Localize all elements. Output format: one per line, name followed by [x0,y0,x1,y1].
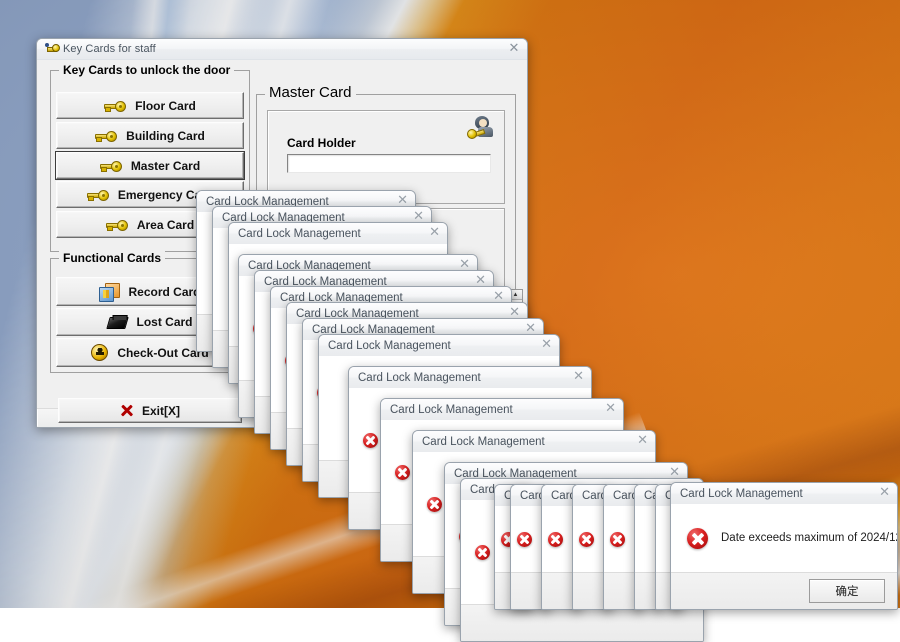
exit-button[interactable]: Exit[X] [58,398,242,423]
card-holder-input[interactable] [287,154,491,173]
dialog-content: Date exceeds maximum of 2024/12/31. [671,504,897,572]
key-icon [86,189,109,201]
lost-card-icon [106,314,130,330]
card-holder-label: Card Holder [287,136,356,150]
key-icon [95,130,118,142]
window-titlebar[interactable]: Key Cards for staff ✕ [37,39,527,60]
dialog-title: Card Lock Management [238,227,361,240]
dialog-titlebar[interactable]: Card Lock Management ✕ [413,431,655,452]
dialog-title: Card Lock Management [358,371,481,384]
building-card-button[interactable]: Building Card [56,122,244,149]
close-icon[interactable]: ✕ [429,226,440,239]
dialog-titlebar[interactable]: Card Lock Management ✕ [671,483,897,504]
lost-card-button-label: Lost Card [136,315,193,329]
dialog-titlebar[interactable]: Card Lock Management ✕ [349,367,591,388]
person-with-key-icon [467,116,495,142]
front-error-dialog: Card Lock Management ✕ Date exceeds maxi… [670,482,898,610]
error-x-icon [687,527,708,549]
error-x-icon [427,496,442,512]
key-icon [104,100,127,112]
group-unlock-cards-legend: Key Cards to unlock the door [59,63,235,77]
error-x-icon [475,544,490,560]
error-x-icon [395,464,410,480]
master-card-button-label: Master Card [130,158,201,173]
close-icon[interactable]: ✕ [605,402,616,415]
error-x-icon [363,432,378,448]
exit-x-icon [120,404,133,417]
close-icon[interactable]: ✕ [573,370,584,383]
window-title: Key Cards for staff [63,43,156,55]
record-card-button-label: Record Card [128,284,201,299]
dialog-titlebar[interactable]: Card Lock Management ✕ [319,335,559,356]
record-card-icon [99,282,121,302]
error-x-icon [548,531,563,547]
key-icon [105,219,128,231]
key-icon [99,160,122,172]
floor-card-button[interactable]: Floor Card [56,92,244,119]
error-x-icon [610,531,625,547]
group-master-card-legend: Master Card [265,84,356,101]
error-x-icon [517,531,532,547]
dialog-title: Card Lock Management [422,435,545,448]
master-card-button[interactable]: Master Card [56,152,244,179]
dialog-titlebar[interactable]: Card Lock Management ✕ [229,223,447,244]
ok-button[interactable]: 确定 [809,579,885,603]
dialog-footer: 确定 [671,572,897,609]
key-icon [44,42,60,56]
exit-button-label: Exit[X] [141,403,180,418]
area-card-button-label: Area Card [136,217,195,232]
dialog-title: Card Lock Management [680,487,803,500]
dialog-titlebar[interactable]: Card Lock Management ✕ [381,399,623,420]
check-out-card-button-label: Check-Out Card [117,345,209,360]
close-icon[interactable]: ✕ [506,41,522,56]
dialog-title: Card Lock Management [390,403,513,416]
error-x-icon [579,531,594,547]
close-icon[interactable]: ✕ [541,338,552,351]
dialog-message: Date exceeds maximum of 2024/12/31. [721,532,897,544]
floor-card-button-label: Floor Card [135,98,196,113]
close-icon[interactable]: ✕ [879,486,890,499]
building-card-button-label: Building Card [126,128,205,143]
group-functional-cards-legend: Functional Cards [59,251,166,265]
close-icon[interactable]: ✕ [637,434,648,447]
check-out-card-icon [91,344,109,361]
dialog-title: Card Lock Management [328,339,451,352]
